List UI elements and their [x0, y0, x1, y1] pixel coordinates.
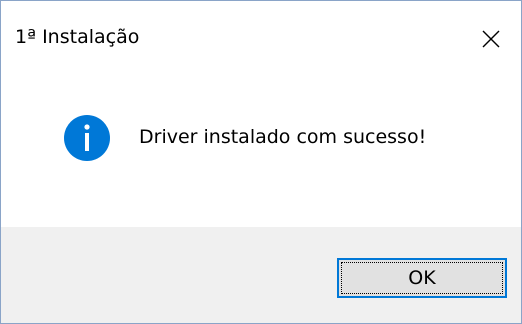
message-dialog: 1ª Instalação Driver instalado com suces…: [0, 0, 522, 324]
dialog-content: Driver instalado com sucesso!: [1, 77, 521, 227]
window-title: 1ª Instalação: [15, 26, 140, 48]
ok-button-label: OK: [341, 262, 503, 294]
ok-button[interactable]: OK: [337, 258, 507, 298]
title-bar[interactable]: 1ª Instalação: [1, 1, 521, 77]
info-icon: [64, 115, 110, 161]
close-button[interactable]: [461, 1, 521, 77]
button-bar: OK: [1, 227, 521, 323]
close-icon: [482, 30, 500, 48]
dialog-message: Driver instalado com sucesso!: [139, 126, 427, 148]
